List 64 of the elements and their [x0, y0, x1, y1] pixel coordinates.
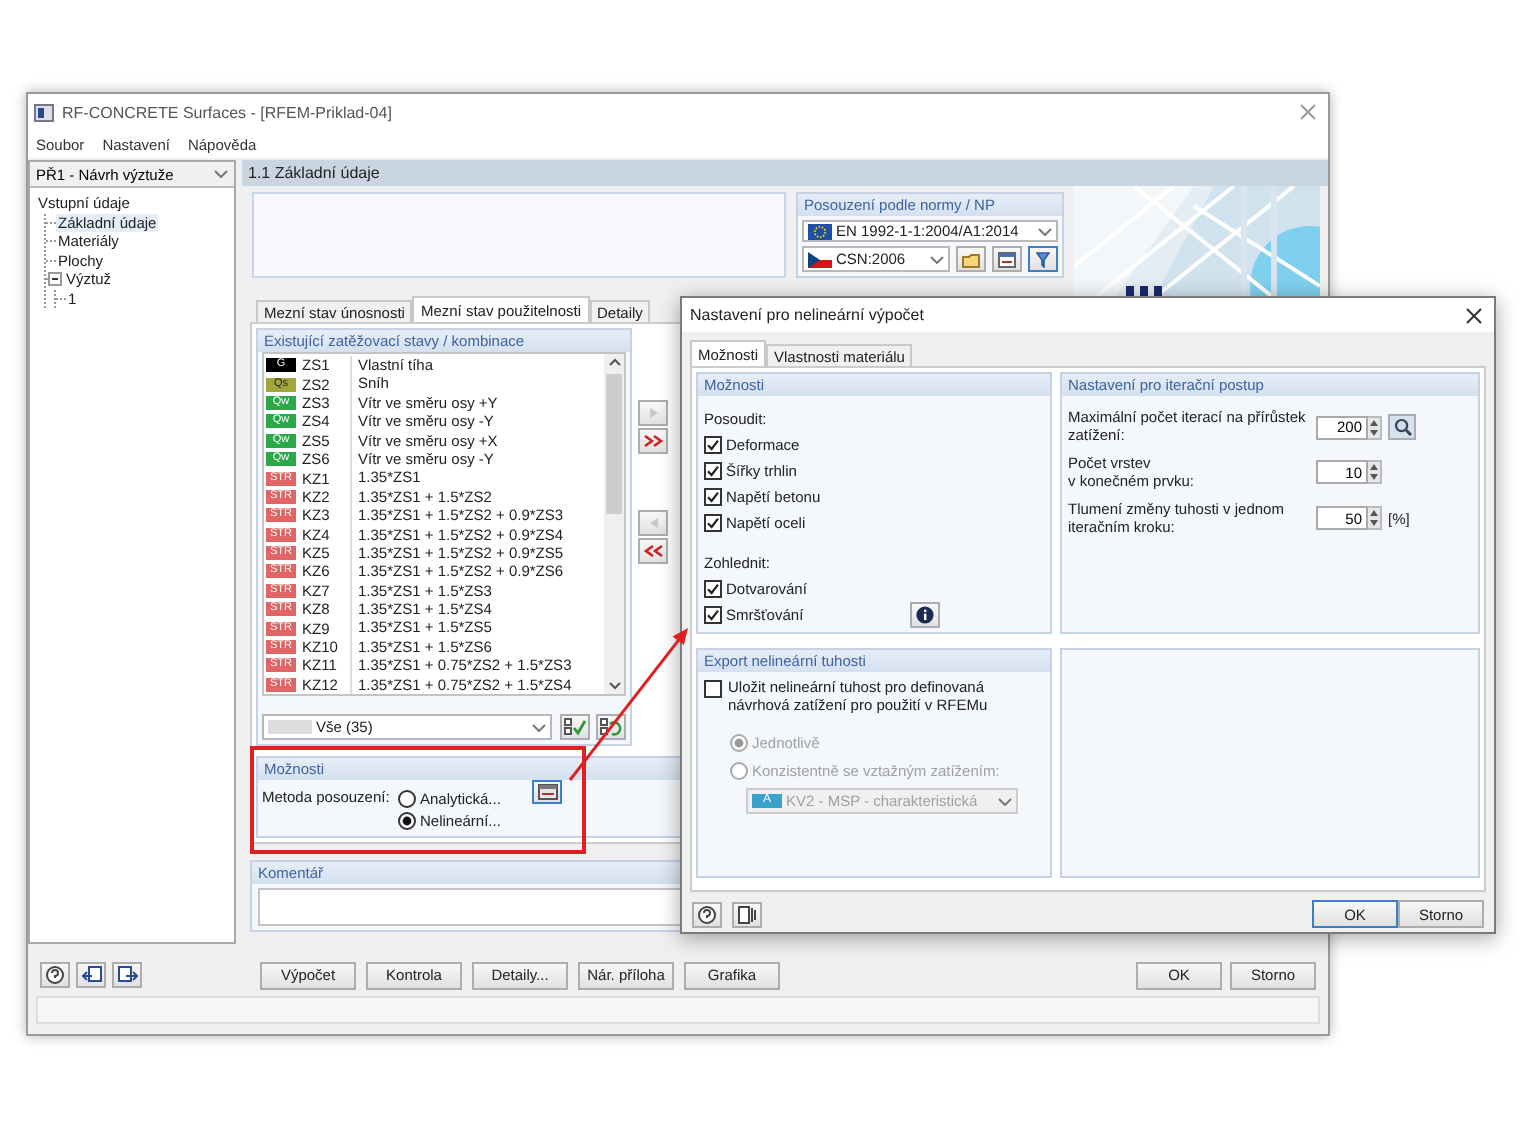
dialog-title: Nastavení pro nelineární výpočet: [690, 306, 926, 324]
filter-icon: [1036, 251, 1050, 267]
up-arrow-icon: [1370, 510, 1378, 517]
collapse-icon[interactable]: [48, 272, 62, 287]
select-all-button[interactable]: [560, 714, 590, 740]
filter-button[interactable]: [1028, 246, 1058, 272]
check-list-icon: [564, 718, 586, 736]
scroll-down-icon: [607, 678, 621, 694]
czech-flag-icon: [808, 251, 832, 267]
search-button[interactable]: [1388, 414, 1416, 440]
caret-icon: [214, 170, 228, 178]
new-button[interactable]: [956, 246, 986, 272]
help-icon: [698, 905, 716, 923]
window-icon: [537, 784, 557, 800]
import-icon: [81, 966, 101, 984]
checkbox[interactable]: [704, 436, 722, 454]
add-all-button[interactable]: [638, 428, 668, 454]
info-button[interactable]: [910, 602, 940, 628]
scroll-up-icon: [607, 354, 621, 370]
spinner[interactable]: [1368, 460, 1382, 485]
page-header: 1.1 Základní údaje: [242, 160, 1328, 186]
arrow-icon: [645, 406, 661, 420]
app-icon: [34, 103, 54, 121]
spinner[interactable]: [1368, 415, 1382, 439]
help-button[interactable]: [692, 901, 722, 927]
caret-icon: [930, 255, 944, 263]
radio-button[interactable]: [398, 790, 416, 808]
checkbox[interactable]: [704, 606, 722, 624]
radio-button[interactable]: [398, 812, 416, 830]
refresh-list-icon: [600, 718, 622, 736]
eu-flag-icon: [808, 223, 832, 239]
window-icon: [998, 251, 1016, 267]
checkbox[interactable]: [704, 514, 722, 532]
info-icon: [916, 606, 934, 624]
checkbox[interactable]: [704, 462, 722, 480]
caret-icon: [1038, 227, 1052, 235]
remove-all-button[interactable]: [638, 538, 668, 564]
help-icon: [46, 966, 64, 984]
export-button[interactable]: [112, 962, 142, 988]
down-arrow-icon: [1370, 429, 1378, 435]
help-button[interactable]: [40, 962, 70, 988]
up-arrow-icon: [1370, 419, 1378, 425]
checkbox[interactable]: [704, 580, 722, 598]
window-title: RF-CONCRETE Surfaces - [RFEM-Priklad-04]: [62, 103, 394, 121]
close-icon[interactable]: [1466, 307, 1482, 323]
arrow-icon: [645, 516, 661, 530]
export-icon: [117, 966, 137, 984]
units-button[interactable]: [732, 901, 762, 927]
double-arrow-icon: [643, 434, 663, 448]
down-arrow-icon: [1370, 474, 1378, 481]
swatch-icon: [268, 720, 312, 734]
caret-icon: [998, 797, 1012, 806]
edit-button[interactable]: [992, 246, 1022, 272]
settings-button[interactable]: [532, 780, 562, 804]
spinner[interactable]: [1368, 506, 1382, 531]
double-arrow-icon: [643, 544, 663, 558]
caret-icon: [532, 723, 546, 731]
import-button[interactable]: [76, 962, 106, 988]
checkbox[interactable]: [704, 488, 722, 506]
search-icon: [1393, 418, 1411, 436]
folder-icon: [962, 251, 980, 267]
columns-icon: [737, 905, 757, 923]
down-arrow-icon: [1370, 520, 1378, 527]
up-arrow-icon: [1370, 464, 1378, 471]
